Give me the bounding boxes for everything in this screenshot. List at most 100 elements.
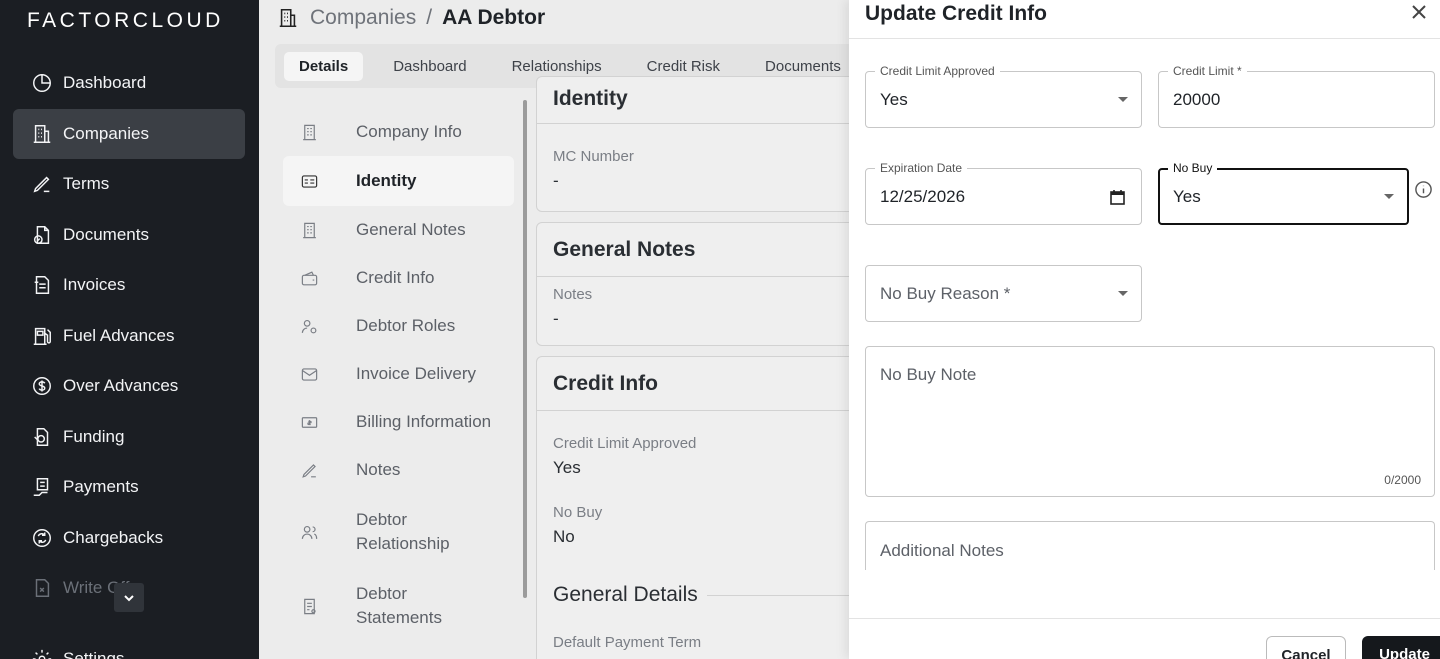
section-nav-label: Company Info <box>356 122 462 141</box>
tab-dashboard[interactable]: Dashboard <box>378 52 481 81</box>
expiration-date-input[interactable]: Expiration Date 12/25/2026 <box>865 161 1142 225</box>
fuel-icon <box>30 324 54 348</box>
sidebar-item-over-advances[interactable]: Over Advances <box>13 361 245 412</box>
panel-title: Update Credit Info <box>865 2 1047 25</box>
dashboard-icon <box>30 71 54 95</box>
no-buy-label: No Buy <box>553 504 603 521</box>
no-buy-select[interactable]: No Buy Yes <box>1158 161 1409 225</box>
page-title: AA Debtor <box>442 6 546 29</box>
building-icon <box>30 122 54 146</box>
section-nav-label: Credit Info <box>356 268 435 287</box>
sidebar-item-label: Companies <box>63 123 149 143</box>
pen-icon <box>30 172 54 196</box>
sidebar-item-funding[interactable]: Funding <box>13 412 245 463</box>
info-icon[interactable] <box>1414 180 1433 199</box>
sidebar-item-payments[interactable]: Payments <box>13 462 245 513</box>
field-placeholder: No Buy Reason * <box>880 284 1011 303</box>
section-nav-label: Debtor Statements <box>356 584 442 627</box>
section-nav-scrollbar[interactable] <box>523 100 527 598</box>
mail-icon <box>299 364 319 384</box>
dropdown-arrow-icon <box>1384 193 1394 199</box>
section-nav-notes[interactable]: Notes <box>283 446 514 494</box>
close-button[interactable] <box>1409 2 1431 24</box>
mc-number-value: - <box>553 171 559 190</box>
sidebar-item-invoices[interactable]: Invoices <box>13 260 245 311</box>
wallet-icon <box>299 268 319 288</box>
funding-icon <box>30 425 54 449</box>
section-nav-billing-information[interactable]: Billing Information <box>283 398 514 446</box>
chevron-down-icon <box>124 594 134 601</box>
additional-notes-textarea[interactable]: Additional Notes <box>865 521 1435 570</box>
users-icon <box>299 522 319 542</box>
chargeback-icon <box>30 526 54 550</box>
breadcrumb: Companies / AA Debtor <box>277 6 545 30</box>
sidebar-item-label: Settings <box>63 648 125 659</box>
credit-limit-approved-select[interactable]: Credit Limit Approved Yes <box>865 64 1142 128</box>
section-nav-debtor-roles[interactable]: Debtor Roles <box>283 302 514 350</box>
section-nav-debtor-relationship[interactable]: Debtor Relationship <box>283 500 514 564</box>
default-payment-term-label: Default Payment Term <box>553 634 702 651</box>
sidebar-item-dashboard[interactable]: Dashboard <box>13 58 245 109</box>
sidebar-item-documents[interactable]: Documents <box>13 210 245 261</box>
notes-value: - <box>553 309 559 328</box>
section-nav-label: Billing Information <box>356 412 492 431</box>
id-card-icon <box>299 171 319 191</box>
invoice-icon <box>30 273 54 297</box>
sidebar-item-label: Dashboard <box>63 73 147 93</box>
field-value: Yes <box>1173 186 1201 206</box>
section-nav-credit-info[interactable]: Credit Info <box>283 254 514 302</box>
building-icon <box>279 8 297 28</box>
building-icon <box>299 122 319 142</box>
calendar-icon[interactable] <box>1110 189 1125 205</box>
main-content: Companies / AA Debtor Details Dashboard … <box>259 0 849 659</box>
tab-details[interactable]: Details <box>284 51 364 81</box>
section-nav-company-info[interactable]: Company Info <box>283 108 514 156</box>
documents-icon <box>30 223 54 247</box>
credit-limit-input[interactable]: Credit Limit * 20000 <box>1158 64 1435 128</box>
panel-footer-divider <box>849 618 1440 619</box>
field-placeholder: Additional Notes <box>880 541 1004 560</box>
cancel-button[interactable]: Cancel <box>1266 636 1346 659</box>
section-nav: Company Info Identity General Notes Cred… <box>275 100 537 659</box>
sidebar-item-fuel-advances[interactable]: Fuel Advances <box>13 311 245 362</box>
sidebar-nav: Dashboard Companies Terms Documents Invo… <box>13 58 245 659</box>
no-buy-reason-select[interactable]: No Buy Reason * <box>865 265 1142 322</box>
update-credit-info-panel: Update Credit Info Credit Limit Approved… <box>849 0 1440 659</box>
breadcrumb-companies-link[interactable]: Companies <box>310 6 416 30</box>
sidebar-item-chargebacks[interactable]: Chargebacks <box>13 513 245 564</box>
general-notes-card: General Notes Notes - <box>536 222 849 346</box>
section-nav-label: Debtor Relationship <box>356 510 450 553</box>
sidebar-item-terms[interactable]: Terms <box>13 159 245 210</box>
sidebar-item-label: Fuel Advances <box>63 325 175 345</box>
write-off-icon <box>30 576 54 600</box>
credit-limit-approved-label: Credit Limit Approved <box>553 435 697 452</box>
sidebar-item-companies[interactable]: Companies <box>13 108 245 159</box>
sidebar-item-label: Funding <box>63 426 125 446</box>
section-nav-label: Invoice Delivery <box>356 364 476 383</box>
section-nav-label: Notes <box>356 460 401 479</box>
payments-icon <box>30 475 54 499</box>
dropdown-arrow-icon <box>1118 290 1128 296</box>
section-nav-label: General Notes <box>356 220 466 239</box>
credit-limit-approved-value: Yes <box>553 458 581 477</box>
update-button[interactable]: Update <box>1362 636 1440 659</box>
sidebar-item-label: Over Advances <box>63 376 179 396</box>
statement-icon <box>299 596 319 616</box>
no-buy-note-textarea[interactable]: No Buy Note 0/2000 <box>865 346 1435 497</box>
section-nav-invoice-delivery[interactable]: Invoice Delivery <box>283 350 514 398</box>
pen-icon <box>299 460 319 480</box>
sidebar-collapse-button[interactable] <box>114 583 144 612</box>
character-counter: 0/2000 <box>1384 473 1421 487</box>
mc-number-label: MC Number <box>553 148 634 165</box>
identity-card-title: Identity <box>553 87 628 110</box>
general-details-divider <box>707 595 849 596</box>
section-nav-general-notes[interactable]: General Notes <box>283 206 514 254</box>
section-nav-debtor-statements[interactable]: Debtor Statements <box>283 574 514 638</box>
section-nav-identity[interactable]: Identity <box>283 156 514 206</box>
dropdown-arrow-icon <box>1118 96 1128 102</box>
sidebar-item-label: Terms <box>63 174 110 194</box>
sidebar-item-settings[interactable]: Settings <box>13 634 245 659</box>
panel-header-divider <box>849 38 1440 39</box>
credit-info-card: Credit Info Credit Limit Approved Yes No… <box>536 356 849 659</box>
dollar-circle-icon <box>30 374 54 398</box>
